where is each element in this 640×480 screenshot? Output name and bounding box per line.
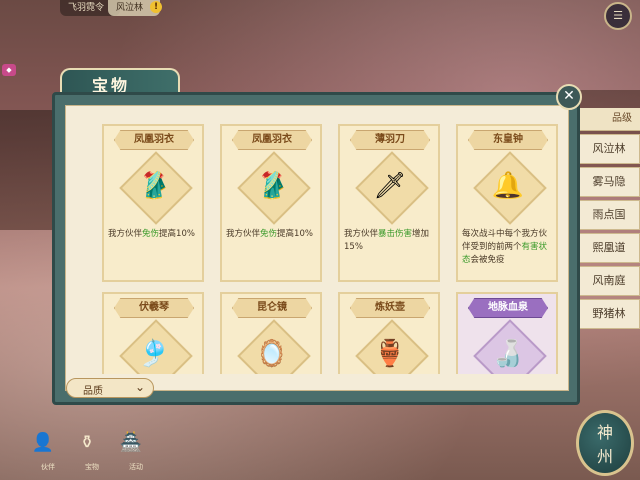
treasure-name: 炼妖壶 — [350, 298, 430, 318]
bottom-label: 宝物 — [85, 463, 99, 471]
bottom-label: 伙伴 — [41, 463, 55, 471]
desc-highlight: 暴击伤害 — [378, 229, 413, 239]
desc-text: 会被免疫 — [470, 255, 505, 265]
close-button[interactable]: ✕ — [556, 84, 582, 110]
treasure-description: 我方伙伴免伤提高10% — [108, 228, 200, 241]
gourd-icon: 🍶 — [491, 339, 525, 369]
partner-icon[interactable]: 👤 伙伴 — [28, 432, 58, 471]
desc-text: 我方伙伴 — [344, 229, 379, 239]
top-bar: 飞羽霓令 风泣林 ! ☰ — [0, 0, 640, 30]
side-item[interactable]: 野猪林 — [578, 299, 640, 329]
treasure-description: 每次战斗中每个我方伙伴受到的前两个有害状态会被免疫 — [462, 228, 554, 267]
desc-highlight: 免伤 — [142, 229, 160, 239]
bell-icon: 🔔 — [491, 171, 525, 201]
side-location-list: 品级 风泣林 雾马隐 雨点国 熙凰道 风南庭 野猪林 — [578, 108, 640, 329]
menu-button[interactable]: ☰ — [604, 2, 632, 30]
treasure-grid[interactable]: 凤凰羽衣 🥻 我方伙伴免伤提高10% 凤凰羽衣 🥻 我方伙伴免伤提高10% 薄羽刀 🗡 我方伙伴… — [102, 124, 572, 374]
desc-text: 提高10% — [159, 229, 195, 239]
treasure-card[interactable]: 伏羲琴 🎐 — [102, 292, 204, 374]
chevron-down-icon: ⌄ — [134, 380, 145, 394]
side-badge-icon[interactable]: ◆ — [2, 64, 16, 76]
treasure-panel: 凤凰羽衣 🥻 我方伙伴免伤提高10% 凤凰羽衣 🥻 我方伙伴免伤提高10% 薄羽刀 🗡 我方伙伴… — [52, 92, 580, 405]
corner-char-2: 州 — [596, 447, 613, 466]
desc-highlight: 免伤 — [260, 229, 278, 239]
treasure-card[interactable]: 薄羽刀 🗡 我方伙伴暴击伤害增加15% — [338, 124, 440, 282]
corner-char-1: 神 — [596, 423, 613, 442]
bottom-label: 活动 — [129, 463, 143, 471]
treasure-card[interactable]: 凤凰羽衣 🥻 我方伙伴免伤提高10% — [102, 124, 204, 282]
treasure-name: 伏羲琴 — [114, 298, 194, 318]
robe-icon: 🥻 — [255, 171, 289, 201]
treasure-name: 东皇钟 — [468, 130, 548, 150]
treasure-card[interactable]: 地脉血泉 🍶 — [456, 292, 558, 374]
desc-text: 我方伙伴 — [108, 229, 143, 239]
treasure-card[interactable]: 凤凰羽衣 🥻 我方伙伴免伤提高10% — [220, 124, 322, 282]
side-item[interactable]: 风南庭 — [578, 266, 640, 296]
robe-icon: 🥻 — [137, 171, 171, 201]
bottom-nav: 👤 伙伴 ⚱ 宝物 🏯 活动 — [28, 432, 168, 476]
treasure-description: 我方伙伴暴击伤害增加15% — [344, 228, 436, 254]
treasure-icon[interactable]: ⚱ 宝物 — [72, 432, 102, 471]
shenzhou-button[interactable]: 神 州 — [576, 410, 634, 476]
event-icon[interactable]: 🏯 活动 — [116, 432, 146, 471]
treasure-card[interactable]: 昆仑镜 🪞 — [220, 292, 322, 374]
side-item[interactable]: 雾马隐 — [578, 167, 640, 197]
alert-icon[interactable]: ! — [150, 1, 162, 13]
pot-icon: 🏺 — [373, 339, 407, 369]
treasure-card[interactable]: 炼妖壶 🏺 — [338, 292, 440, 374]
desc-text: 我方伙伴 — [226, 229, 261, 239]
zither-icon: 🎐 — [137, 339, 171, 369]
side-list-header: 品级 — [578, 108, 640, 131]
filter-label: 品质 — [83, 386, 103, 397]
treasure-name: 凤凰羽衣 — [232, 130, 312, 150]
panel-content: 凤凰羽衣 🥻 我方伙伴免伤提高10% 凤凰羽衣 🥻 我方伙伴免伤提高10% 薄羽刀 🗡 我方伙伴… — [65, 105, 569, 391]
side-item[interactable]: 熙凰道 — [578, 233, 640, 263]
treasure-name: 昆仑镜 — [232, 298, 312, 318]
treasure-description: 我方伙伴免伤提高10% — [226, 228, 318, 241]
treasure-card[interactable]: 东皇钟 🔔 每次战斗中每个我方伙伴受到的前两个有害状态会被免疫 — [456, 124, 558, 282]
mirror-icon: 🪞 — [255, 339, 289, 369]
panel-title-tab: 宝物 — [60, 68, 180, 95]
treasure-name: 凤凰羽衣 — [114, 130, 194, 150]
treasure-name: 薄羽刀 — [350, 130, 430, 150]
quality-filter-dropdown[interactable]: 品质 ⌄ — [66, 378, 154, 398]
blade-icon: 🗡 — [373, 171, 407, 201]
side-item[interactable]: 雨点国 — [578, 200, 640, 230]
desc-text: 提高10% — [277, 229, 313, 239]
side-item[interactable]: 风泣林 — [578, 134, 640, 164]
treasure-name: 地脉血泉 — [468, 298, 548, 318]
